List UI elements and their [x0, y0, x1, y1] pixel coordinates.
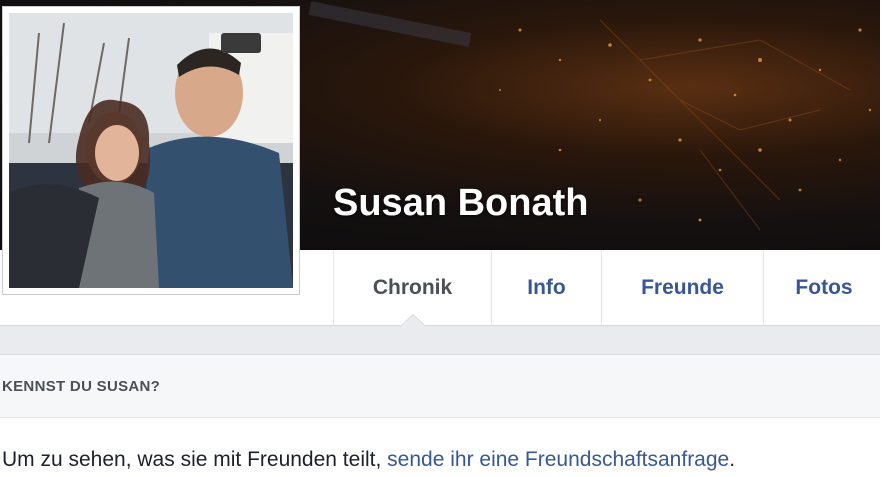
active-tab-caret-icon [400, 314, 426, 326]
card-text-before: Um zu sehen, was sie mit Freunden teilt, [2, 448, 388, 471]
tab-fotos[interactable]: Fotos [763, 250, 884, 325]
tab-label: Chronik [372, 275, 453, 299]
profile-picture[interactable] [9, 13, 293, 288]
send-friend-request-link[interactable]: sende ihr eine Freundschaftsanfrage [387, 448, 729, 471]
tab-info[interactable]: Info [491, 250, 601, 325]
tab-label: Freunde [641, 275, 724, 299]
right-edge [880, 0, 884, 477]
card-heading: KENNST DU SUSAN? [0, 355, 880, 418]
content-spacer [0, 326, 880, 354]
friend-request-card: KENNST DU SUSAN? Um zu sehen, was sie mi… [0, 354, 880, 477]
tab-label: Info [527, 275, 566, 299]
profile-name[interactable]: Susan Bonath [333, 182, 588, 225]
card-text: Um zu sehen, was sie mit Freunden teilt,… [0, 418, 880, 472]
tab-label: Fotos [795, 275, 853, 299]
card-text-after: . [729, 448, 736, 471]
tab-freunde[interactable]: Freunde [601, 250, 763, 325]
profile-picture-frame[interactable] [2, 6, 300, 295]
